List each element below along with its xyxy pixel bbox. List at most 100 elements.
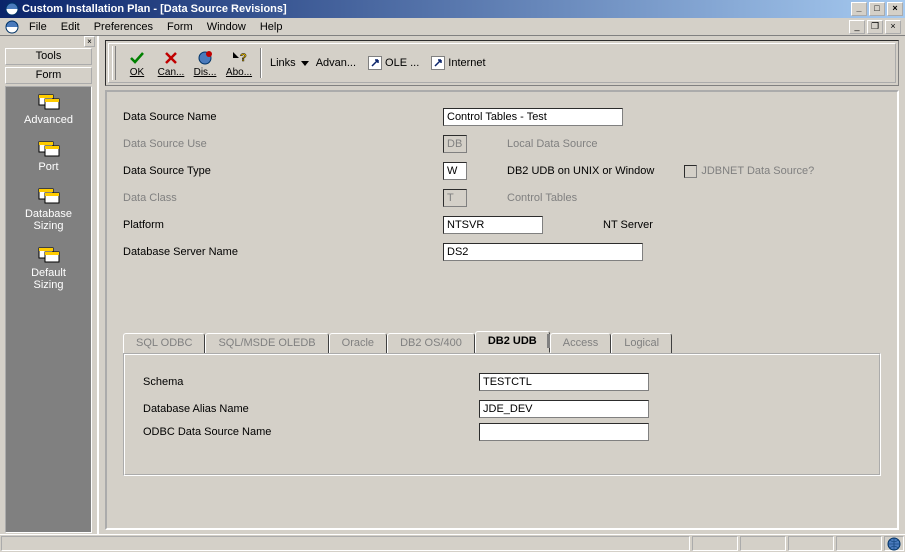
- descr-dataclass: Control Tables: [507, 192, 577, 204]
- form-panel: Data Source Name Data Source Use DB Loca…: [105, 90, 899, 530]
- ole-link-label: OLE ...: [385, 57, 419, 69]
- globe-icon: [887, 537, 901, 551]
- window-title: Custom Installation Plan - [Data Source …: [22, 3, 851, 15]
- arrow-box-icon: [368, 56, 382, 70]
- status-cell-1: [692, 536, 738, 551]
- menu-form[interactable]: Form: [160, 21, 200, 33]
- title-bar: Custom Installation Plan - [Data Source …: [0, 0, 905, 18]
- tab-logical[interactable]: Logical: [611, 333, 672, 353]
- input-platform[interactable]: [443, 216, 543, 234]
- about-label: Abo...: [226, 67, 252, 78]
- label-dataclass: Data Class: [123, 192, 443, 204]
- toolbar-grip[interactable]: [112, 46, 116, 80]
- input-dsname[interactable]: [443, 108, 623, 126]
- label-schema: Schema: [143, 376, 479, 388]
- status-globe: [884, 536, 904, 551]
- toolbar-separator: [260, 48, 262, 78]
- input-dstype[interactable]: [443, 162, 467, 180]
- sidebar-handle: ×: [0, 36, 97, 47]
- jdbnet-label: JDBNET Data Source?: [701, 165, 814, 177]
- svg-text:?: ?: [240, 52, 247, 64]
- sidebar-header-tools[interactable]: Tools: [5, 48, 92, 65]
- triangle-down-icon[interactable]: [300, 58, 310, 68]
- cancel-button[interactable]: Can...: [154, 45, 188, 81]
- sidebar-body: Advanced Port Database Sizing Default Si…: [5, 86, 92, 533]
- tab-strip: SQL ODBC SQL/MSDE OLEDB Oracle DB2 OS/40…: [123, 333, 881, 353]
- label-dsname: Data Source Name: [123, 111, 443, 123]
- mdi-restore-button[interactable]: ❐: [867, 20, 883, 34]
- tab-access[interactable]: Access: [550, 333, 611, 353]
- sidebar: × Tools Form Advanced Port Database Sizi…: [0, 36, 99, 534]
- x-icon: [164, 51, 178, 65]
- menu-help[interactable]: Help: [253, 21, 290, 33]
- tab-oracle[interactable]: Oracle: [329, 333, 387, 353]
- dis-button[interactable]: Dis...: [188, 45, 222, 81]
- close-button[interactable]: ×: [887, 2, 903, 16]
- mdi-minimize-button[interactable]: _: [849, 20, 865, 34]
- internet-link[interactable]: Internet: [425, 56, 491, 70]
- globe-red-icon: [197, 50, 213, 66]
- tab-db2-udb[interactable]: DB2 UDB: [475, 331, 550, 353]
- toolbar: OK Can... Dis... ? Abo... Links: [108, 43, 896, 83]
- descr-dstype: DB2 UDB on UNIX or Window: [507, 165, 654, 177]
- sidebar-item-default-sizing[interactable]: Default Sizing: [6, 246, 91, 291]
- ole-link[interactable]: OLE ...: [362, 56, 425, 70]
- menu-edit[interactable]: Edit: [54, 21, 87, 33]
- menu-bar: File Edit Preferences Form Window Help _…: [0, 18, 905, 36]
- toolbar-container: OK Can... Dis... ? Abo... Links: [105, 40, 899, 86]
- cascade-windows-icon: [37, 246, 61, 264]
- sidebar-header-form[interactable]: Form: [5, 67, 92, 84]
- label-dstype: Data Source Type: [123, 165, 443, 177]
- status-bar: [0, 534, 905, 552]
- ok-label: OK: [130, 67, 144, 78]
- status-cell-4: [836, 536, 882, 551]
- input-schema[interactable]: [479, 373, 649, 391]
- cancel-label: Can...: [158, 67, 185, 78]
- about-button[interactable]: ? Abo...: [222, 45, 256, 81]
- advanced-link-label: Advan...: [316, 57, 356, 69]
- status-main: [1, 536, 690, 551]
- maximize-button[interactable]: □: [869, 2, 885, 16]
- label-platform: Platform: [123, 219, 443, 231]
- field-dataclass: T: [443, 189, 467, 207]
- mdi-close-button[interactable]: ×: [885, 20, 901, 34]
- minimize-button[interactable]: _: [851, 2, 867, 16]
- tab-sql-odbc[interactable]: SQL ODBC: [123, 333, 205, 353]
- help-arrow-icon: ?: [231, 50, 247, 66]
- tab-sql-msde-oledb[interactable]: SQL/MSDE OLEDB: [205, 333, 328, 353]
- sidebar-item-advanced[interactable]: Advanced: [6, 93, 91, 126]
- jdbnet-checkbox: JDBNET Data Source?: [684, 165, 814, 178]
- cascade-windows-icon: [37, 93, 61, 111]
- ok-button[interactable]: OK: [120, 45, 154, 81]
- label-odbc: ODBC Data Source Name: [143, 426, 479, 438]
- descr-dsuse: Local Data Source: [507, 138, 598, 150]
- label-dbserver: Database Server Name: [123, 246, 443, 258]
- workspace: × Tools Form Advanced Port Database Sizi…: [0, 36, 905, 534]
- tab-db2-os400[interactable]: DB2 OS/400: [387, 333, 475, 353]
- tab-panel: Schema Database Alias Name ODBC Data Sou…: [123, 353, 881, 476]
- label-alias: Database Alias Name: [143, 403, 479, 415]
- sidebar-item-label: Database Sizing: [25, 208, 72, 232]
- sidebar-item-label: Advanced: [24, 114, 73, 126]
- checkbox-icon: [684, 165, 697, 178]
- cascade-windows-icon: [37, 187, 61, 205]
- input-odbc[interactable]: [479, 423, 649, 441]
- internet-link-label: Internet: [448, 57, 485, 69]
- descr-platform: NT Server: [603, 219, 653, 231]
- sidebar-item-port[interactable]: Port: [6, 140, 91, 173]
- sidebar-item-label: Port: [38, 161, 58, 173]
- status-cell-3: [788, 536, 834, 551]
- menu-preferences[interactable]: Preferences: [87, 21, 160, 33]
- arrow-box-icon: [431, 56, 445, 70]
- input-dbserver[interactable]: [443, 243, 643, 261]
- field-dsuse: DB: [443, 135, 467, 153]
- sidebar-item-database-sizing[interactable]: Database Sizing: [6, 187, 91, 232]
- sidebar-close-button[interactable]: ×: [84, 36, 95, 47]
- input-alias[interactable]: [479, 400, 649, 418]
- sidebar-item-label: Default Sizing: [31, 267, 66, 291]
- menu-window[interactable]: Window: [200, 21, 253, 33]
- main-area: OK Can... Dis... ? Abo... Links: [99, 36, 905, 534]
- advanced-link[interactable]: Advan...: [310, 57, 362, 69]
- menu-file[interactable]: File: [22, 21, 54, 33]
- check-icon: [129, 50, 145, 66]
